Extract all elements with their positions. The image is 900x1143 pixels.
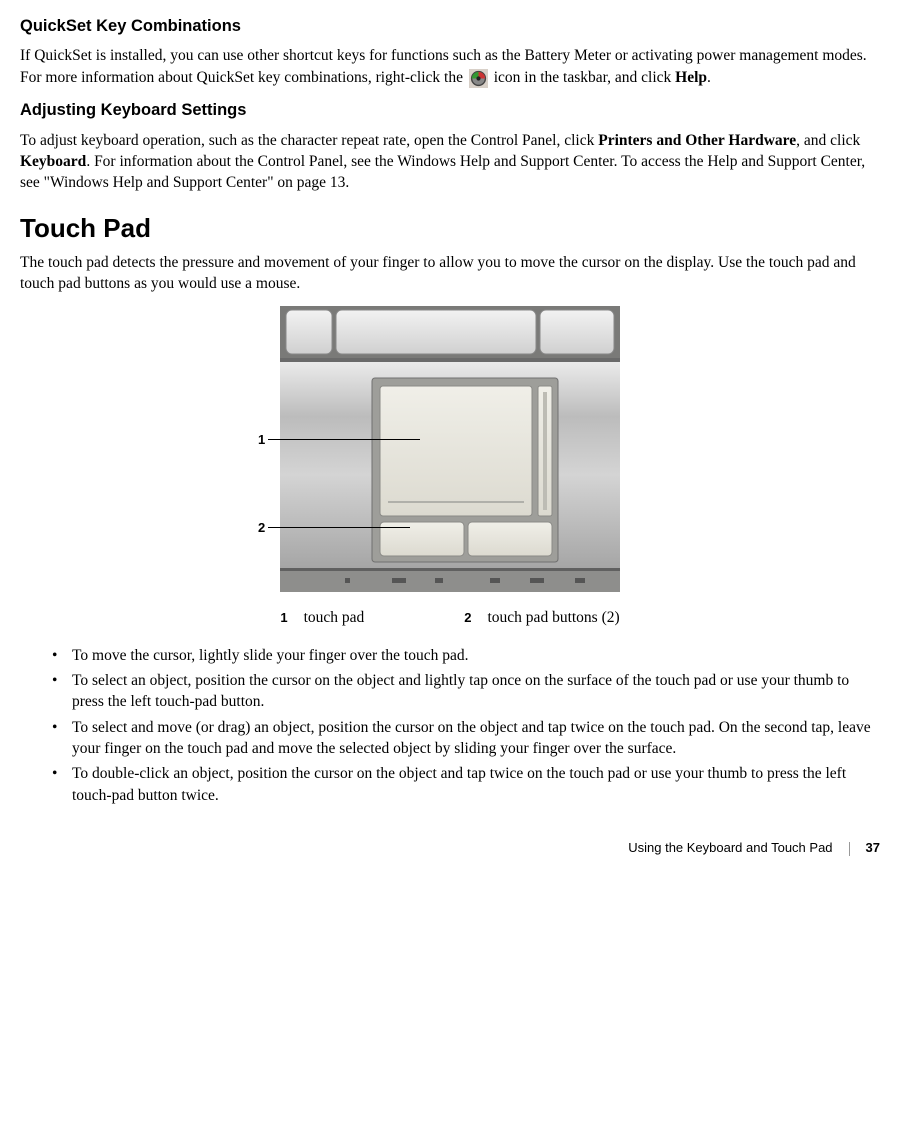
legend-item-2: 2 touch pad buttons (2)	[464, 608, 619, 628]
paragraph-touch-pad: The touch pad detects the pressure and m…	[20, 252, 880, 295]
legend-item-1: 1 touch pad	[280, 608, 364, 628]
paragraph-adjusting-keyboard: To adjust keyboard operation, such as th…	[20, 130, 880, 194]
legend-num-2: 2	[464, 610, 471, 627]
legend-label-2: touch pad buttons (2)	[488, 608, 620, 628]
page-footer: Using the Keyboard and Touch Pad 37	[20, 840, 880, 857]
callout-number-1: 1	[258, 433, 265, 446]
legend-label-1: touch pad	[304, 608, 365, 628]
text-akb-3: . For information about the Control Pane…	[20, 153, 865, 191]
touchpad-figure: 1 2	[280, 306, 620, 598]
figure-legend: 1 touch pad 2 touch pad buttons (2)	[20, 608, 880, 628]
text-akb-1: To adjust keyboard operation, such as th…	[20, 132, 598, 149]
legend-num-1: 1	[280, 610, 287, 627]
paragraph-quickset: If QuickSet is installed, you can use ot…	[20, 45, 880, 88]
text-akb-bold1: Printers and Other Hardware	[598, 132, 796, 149]
callout-number-2: 2	[258, 521, 265, 534]
callout-line-1	[268, 439, 420, 440]
footer-chapter-title: Using the Keyboard and Touch Pad	[628, 840, 832, 857]
heading-adjusting-keyboard: Adjusting Keyboard Settings	[20, 100, 880, 121]
heading-touch-pad: Touch Pad	[20, 212, 880, 246]
instructions-list: To move the cursor, lightly slide your f…	[20, 645, 880, 807]
text-quickset-post: icon in the taskbar, and click	[494, 69, 675, 86]
footer-page-number: 37	[866, 840, 880, 857]
quickset-tray-icon	[469, 69, 488, 88]
touchpad-illustration	[280, 306, 620, 592]
figure-wrap: 1 2	[20, 306, 880, 598]
text-quickset-pre: If QuickSet is installed, you can use ot…	[20, 47, 867, 85]
instruction-item: To double-click an object, position the …	[52, 763, 880, 806]
text-quickset-end: .	[707, 69, 711, 86]
footer-divider	[849, 842, 850, 856]
instruction-item: To select an object, position the cursor…	[52, 670, 880, 713]
text-akb-2: , and click	[796, 132, 860, 149]
instruction-item: To move the cursor, lightly slide your f…	[52, 645, 880, 666]
text-quickset-help: Help	[675, 69, 707, 86]
heading-quickset: QuickSet Key Combinations	[20, 16, 880, 37]
callout-line-2	[268, 527, 410, 528]
instruction-item: To select and move (or drag) an object, …	[52, 717, 880, 760]
text-akb-bold2: Keyboard	[20, 153, 86, 170]
